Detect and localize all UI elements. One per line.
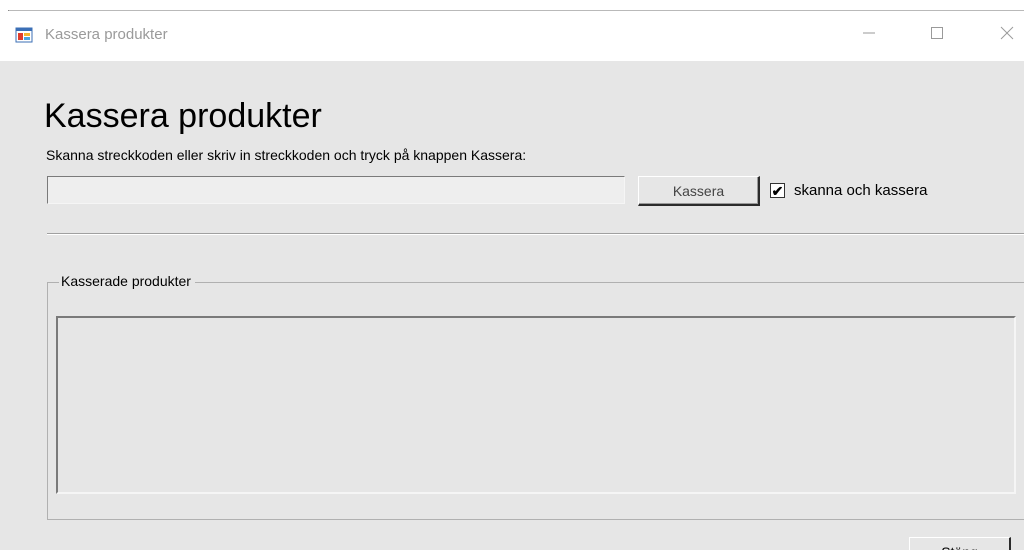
client-area: Kassera produkter Skanna streckkoden ell… (0, 61, 1024, 550)
group-label: Kasserade produkter (59, 273, 195, 289)
kassera-produkter-window: Kassera produkter Kassera produkter Skan… (0, 0, 1024, 550)
minimize-icon (862, 26, 876, 45)
discarded-products-list[interactable] (56, 316, 1016, 494)
close-window-button[interactable] (984, 18, 1024, 52)
minimize-button[interactable] (846, 18, 892, 52)
checkbox-box[interactable]: ✔ (770, 183, 785, 198)
barcode-input[interactable] (47, 176, 625, 204)
close-button[interactable]: Stäng (909, 537, 1011, 550)
close-icon (1000, 26, 1014, 45)
maximize-icon (930, 26, 944, 45)
checkbox-label[interactable]: skanna och kassera (794, 182, 927, 199)
horizontal-separator (47, 233, 1024, 235)
page-heading: Kassera produkter (44, 97, 322, 135)
instruction-text: Skanna streckkoden eller skriv in streck… (46, 147, 527, 163)
check-mark-icon: ✔ (771, 182, 784, 199)
scan-and-discard-checkbox[interactable]: ✔ skanna och kassera (770, 182, 927, 199)
maximize-button[interactable] (914, 18, 960, 52)
kassera-button[interactable]: Kassera (638, 176, 760, 206)
window-title: Kassera produkter (45, 26, 168, 43)
app-window-icon (15, 26, 33, 44)
